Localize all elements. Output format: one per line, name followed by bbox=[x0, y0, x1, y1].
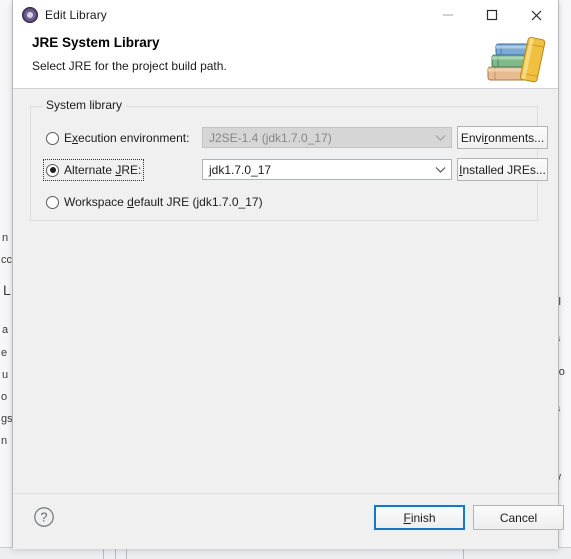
chevron-down-icon[interactable] bbox=[429, 166, 451, 174]
radio-workspace-default-jre[interactable]: Workspace default JRE (jdk1.7.0_17) bbox=[44, 192, 265, 212]
radio-alternate-jre[interactable]: Alternate JRE: bbox=[42, 159, 145, 181]
button-label: Cancel bbox=[499, 510, 538, 525]
button-label: Installed JREs... bbox=[459, 162, 546, 177]
combo-value: jdk1.7.0_17 bbox=[209, 162, 272, 177]
bg-text-fragment: n bbox=[2, 232, 9, 244]
bg-text-fragment: cc bbox=[1, 254, 12, 266]
dialog-body: System library Execution environment: J2… bbox=[13, 89, 558, 493]
bg-divider bbox=[463, 548, 464, 559]
dialog-header: JRE System Library Select JRE for the pr… bbox=[13, 31, 558, 89]
svg-text:?: ? bbox=[41, 511, 48, 525]
bg-text-fragment: a bbox=[2, 324, 9, 336]
window-title: Edit Library bbox=[45, 8, 107, 22]
chevron-down-icon bbox=[429, 134, 451, 142]
radio-indicator bbox=[46, 131, 59, 145]
page-subtitle: Select JRE for the project build path. bbox=[32, 59, 227, 73]
bg-divider bbox=[103, 548, 104, 559]
cancel-button[interactable]: Cancel bbox=[473, 505, 564, 530]
radio-indicator bbox=[46, 163, 59, 177]
dialog-footer: ? Finish Cancel bbox=[13, 493, 564, 549]
combo-value: J2SE-1.4 (jdk1.7.0_17) bbox=[209, 130, 332, 145]
help-circle-icon[interactable]: ? bbox=[33, 506, 55, 528]
group-legend-label: System library bbox=[42, 98, 127, 112]
bg-text-fragment: n bbox=[1, 435, 8, 447]
close-icon[interactable] bbox=[514, 0, 558, 30]
maximize-icon[interactable] bbox=[470, 0, 514, 30]
minimize-icon[interactable] bbox=[426, 0, 470, 30]
bg-text-fragment: gs bbox=[1, 413, 13, 425]
window-controls bbox=[426, 0, 558, 30]
bg-divider bbox=[126, 548, 127, 559]
combo-alternate-jre[interactable]: jdk1.7.0_17 bbox=[202, 159, 452, 180]
button-label: Environments... bbox=[460, 130, 545, 145]
radio-indicator bbox=[46, 195, 59, 209]
page-title: JRE System Library bbox=[32, 35, 160, 50]
environments-button[interactable]: Environments... bbox=[457, 126, 548, 149]
bg-text-fragment: e bbox=[1, 347, 8, 359]
radio-label: Alternate JRE: bbox=[64, 163, 142, 177]
combo-execution-environment: J2SE-1.4 (jdk1.7.0_17) bbox=[202, 127, 452, 148]
bg-text-fragment: o bbox=[1, 391, 8, 403]
bg-divider bbox=[115, 548, 116, 559]
finish-button[interactable]: Finish bbox=[374, 505, 465, 530]
eclipse-library-icon bbox=[22, 7, 38, 23]
installed-jres-button[interactable]: Installed JREs... bbox=[457, 158, 548, 181]
books-stack-icon bbox=[487, 36, 546, 83]
radio-execution-environment[interactable]: Execution environment: bbox=[44, 128, 191, 148]
dialog-titlebar[interactable]: Edit Library bbox=[13, 0, 558, 31]
edit-library-dialog: Edit Library JRE System Library Select J… bbox=[12, 0, 564, 549]
bg-text-fragment: L bbox=[3, 282, 11, 298]
radio-label: Workspace default JRE (jdk1.7.0_17) bbox=[64, 195, 263, 209]
bg-text-fragment: u bbox=[2, 369, 9, 381]
radio-label: Execution environment: bbox=[64, 131, 190, 145]
button-label: Finish bbox=[403, 510, 436, 525]
